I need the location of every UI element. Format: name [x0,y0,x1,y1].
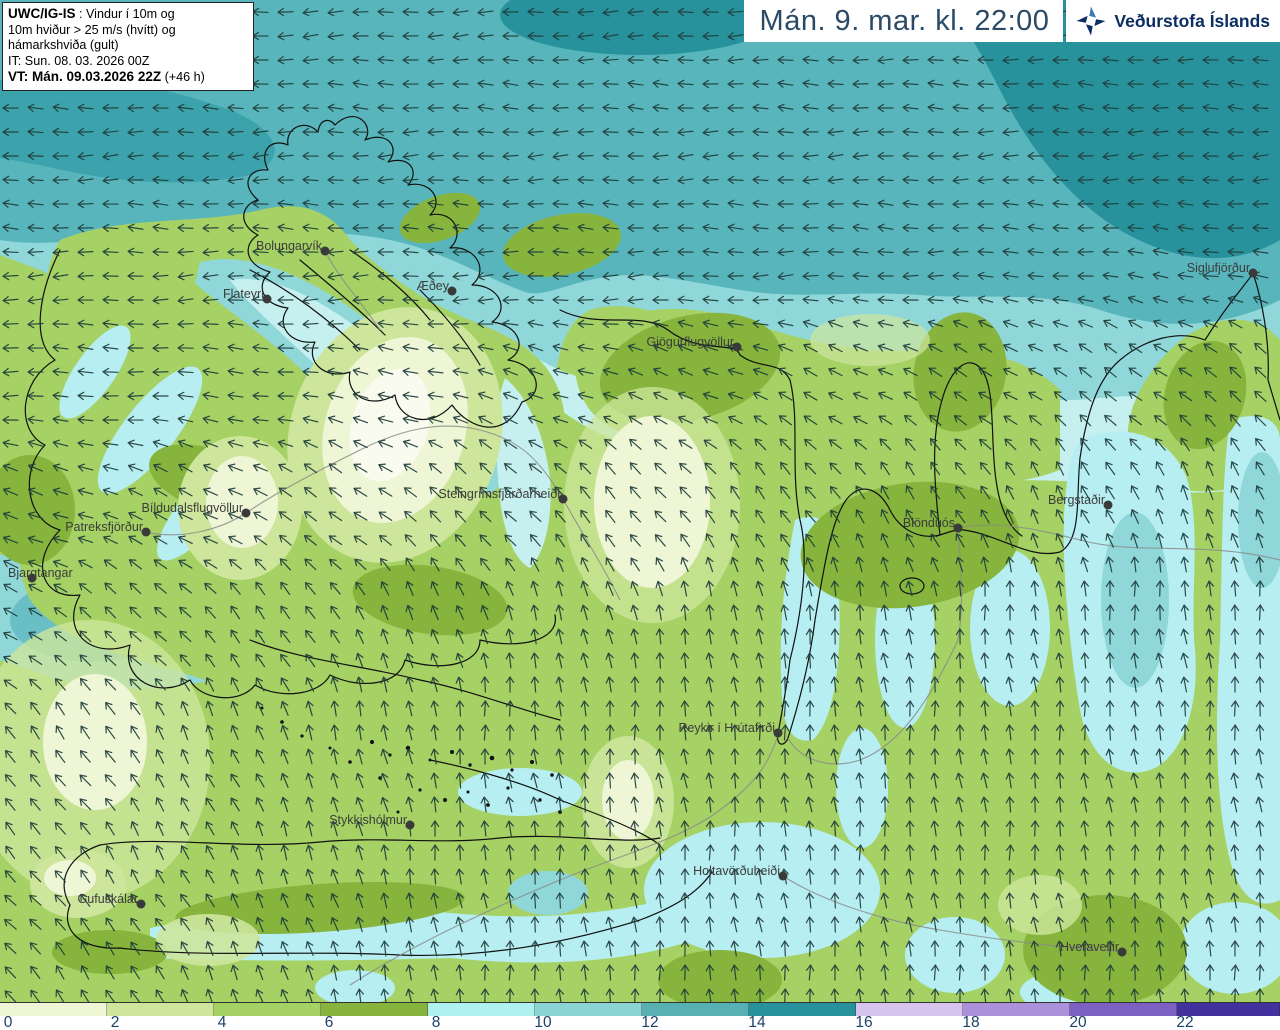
model-name: UWC/IG-IS [8,6,76,21]
place-label: Bergstaðir [1048,493,1105,507]
place-label: Blönduós [902,516,955,530]
place-label: Bolungarvík [255,239,322,253]
scale-tick-label: 22 [1176,1014,1194,1030]
scale-tick-label: 4 [217,1014,227,1030]
scale-tick-label: 8 [431,1014,441,1030]
model-title-line: UWC/IG-IS : Vindur í 10m og [8,6,248,23]
valid-time-line: VT: Mán. 09.03.2026 22Z (+46 h) [8,69,248,86]
scale-tick-label: 2 [110,1014,120,1030]
scale-tick-label: 14 [748,1014,766,1030]
forecast-datetime: Mán. 9. mar. kl. 22:00 [759,4,1050,37]
valid-time-offset: (+46 h) [161,70,205,84]
place-label: Reykir í Hrútafirði [678,721,775,735]
scale-tick-label: 10 [534,1014,552,1030]
scale-tick-label: 20 [1069,1014,1087,1030]
wind-speed-scale-ticks: 0 2 4 6 8 10 12 14 16 18 20 22 [0,1014,1280,1030]
place-label: Flateyri [223,287,264,301]
valid-time: VT: Mán. 09.03.2026 22Z [8,69,162,84]
place-label: Hveravellir [1059,940,1119,954]
met-office-pinwheel-icon [1076,6,1106,36]
place-label: Stykkishólmur [329,813,407,827]
header: Mán. 9. mar. kl. 22:00 Veðurstofa Ísland… [743,0,1280,42]
model-subtitle: : Vindur í 10m og [75,7,175,21]
met-office-logo-box: Veðurstofa Íslands [1066,0,1280,42]
scale-tick-label: 12 [641,1014,659,1030]
weather-map-stage: Bolungarvík Flateyri Æðey Gjögurflugvöllur S… [0,0,1280,1030]
scale-tick-label: 6 [324,1014,334,1030]
met-office-name: Veðurstofa Íslands [1114,10,1270,31]
model-info-box: UWC/IG-IS : Vindur í 10m og 10m hviður >… [2,2,254,91]
place-label: Bjargtangar [8,566,73,580]
scale-tick-label: 18 [962,1014,980,1030]
place-label: Holtavörðuheiði [693,864,780,878]
forecast-time-box: Mán. 9. mar. kl. 22:00 [743,0,1064,42]
place-label: Steingrímsfjarðarheiði [438,487,560,501]
init-time-line: IT: Sun. 08. 03. 2026 00Z [8,53,150,68]
scale-tick-label: 0 [3,1014,13,1030]
place-label: Gjögurflugvöllur [646,335,734,349]
place-label: Patreksfjörður [65,520,143,534]
model-description-line: 10m hviður > 25 m/s (hvítt) og hámarkshv… [8,22,176,53]
place-label: Bíldudalsflugvöllur [141,501,243,515]
place-label: Gufuskálar [77,892,138,906]
place-label: Æðey [416,279,449,293]
scale-tick-label: 16 [855,1014,873,1030]
place-label: Siglufjörður [1186,261,1250,275]
